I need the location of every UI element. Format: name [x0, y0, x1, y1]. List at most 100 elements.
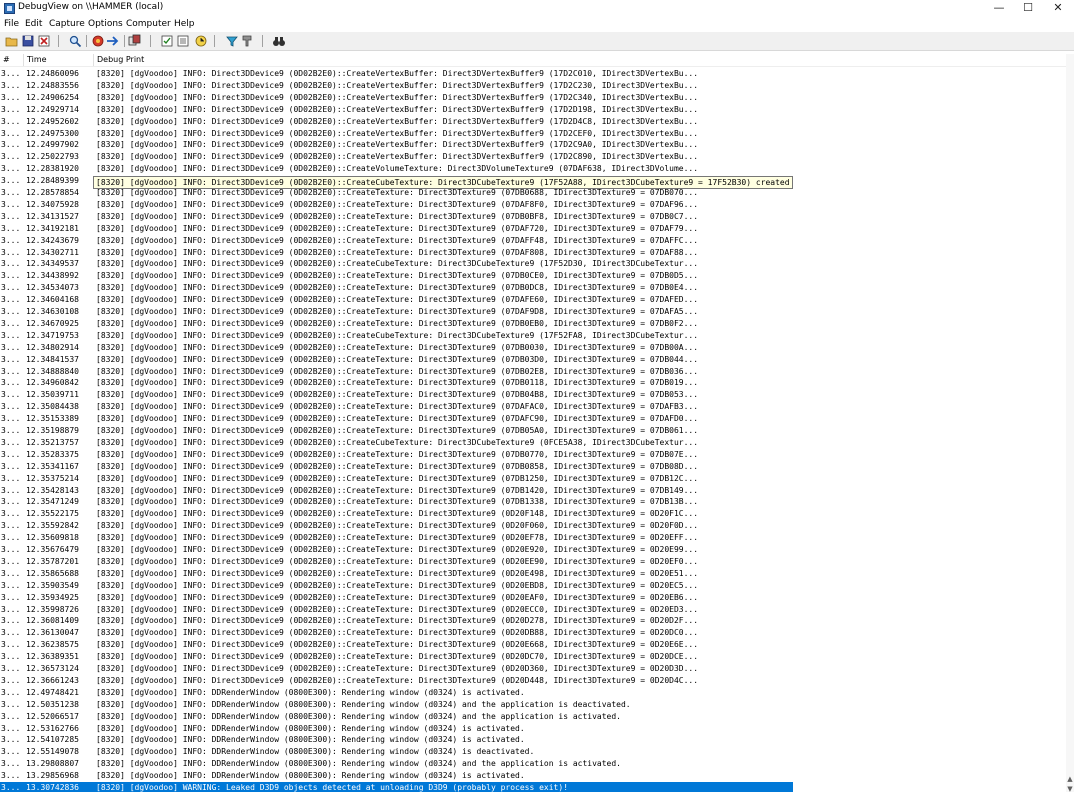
- column-time[interactable]: Time: [27, 55, 47, 64]
- log-row[interactable]: 3... 12.24883556 [8320] [dgVoodoo] INFO: D…: [0, 80, 1066, 92]
- log-row-number: 3...: [1, 652, 21, 662]
- log-row[interactable]: 3... 12.34630108 [8320] [dgVoodoo] INFO: D…: [0, 306, 1066, 318]
- log-row[interactable]: 3... 12.35998726 [8320] [dgVoodoo] INFO: D…: [0, 604, 1066, 616]
- bookmark-icon[interactable]: [240, 34, 254, 48]
- maximize-button[interactable]: ☐: [1013, 0, 1043, 16]
- log-row[interactable]: 3... 12.35787201 [8320] [dgVoodoo] INFO: D…: [0, 556, 1066, 568]
- log-row-message: [8320] [dgVoodoo] INFO: Direct3DDevice9 …: [96, 104, 699, 114]
- log-row[interactable]: 3... 12.24975300 [8320] [dgVoodoo] INFO: D…: [0, 128, 1066, 140]
- log-row-number: 3...: [1, 223, 21, 233]
- log-row[interactable]: 3... 12.35428143 [8320] [dgVoodoo] INFO: D…: [0, 485, 1066, 497]
- capture-win32-icon[interactable]: [128, 34, 142, 48]
- log-row[interactable]: 3... 12.34302711 [8320] [dgVoodoo] INFO: D…: [0, 247, 1066, 259]
- log-row[interactable]: 3... 12.35934925 [8320] [dgVoodoo] INFO: D…: [0, 592, 1066, 604]
- log-row[interactable]: 3... 12.36573124 [8320] [dgVoodoo] INFO: D…: [0, 663, 1066, 675]
- log-row[interactable]: 3... 12.36238575 [8320] [dgVoodoo] INFO: D…: [0, 639, 1066, 651]
- minimize-button[interactable]: —: [984, 0, 1014, 16]
- vertical-scrollbar[interactable]: [1066, 54, 1074, 792]
- log-row[interactable]: 3... 12.34192181 [8320] [dgVoodoo] INFO: D…: [0, 223, 1066, 235]
- filter-icon[interactable]: [160, 34, 174, 48]
- log-row[interactable]: 3... 12.52066517 [8320] [dgVoodoo] INFO: D…: [0, 711, 1066, 723]
- clear-display-icon[interactable]: [37, 34, 51, 48]
- log-row[interactable]: 3... 12.36081409 [8320] [dgVoodoo] INFO: D…: [0, 615, 1066, 627]
- log-row[interactable]: 3... 12.24952602 [8320] [dgVoodoo] INFO: D…: [0, 116, 1066, 128]
- log-row[interactable]: 3... 12.28381920 [8320] [dgVoodoo] INFO: D…: [0, 163, 1066, 175]
- log-row[interactable]: 3... 12.34243679 [8320] [dgVoodoo] INFO: D…: [0, 235, 1066, 247]
- column-divider[interactable]: [23, 54, 24, 66]
- log-row[interactable]: 3... 12.35039711 [8320] [dgVoodoo] INFO: D…: [0, 389, 1066, 401]
- scroll-down-arrow[interactable]: ▼: [1066, 784, 1074, 794]
- open-icon[interactable]: [5, 34, 19, 48]
- log-row-number: 3...: [1, 69, 21, 78]
- log-row[interactable]: 3... 12.35283375 [8320] [dgVoodoo] INFO: D…: [0, 449, 1066, 461]
- log-row[interactable]: 3... 12.24860096 [8320] [dgVoodoo] INFO: D…: [0, 68, 1066, 80]
- log-row-time: 12.25022793: [26, 152, 79, 162]
- log-row[interactable]: 3... 12.34960842 [8320] [dgVoodoo] INFO: D…: [0, 377, 1066, 389]
- log-row-time: 12.35341167: [26, 461, 79, 471]
- log-row[interactable]: 3... 12.34438992 [8320] [dgVoodoo] INFO: D…: [0, 270, 1066, 282]
- log-row[interactable]: 3... 12.35592842 [8320] [dgVoodoo] INFO: D…: [0, 520, 1066, 532]
- log-row[interactable]: 3... 12.34349537 [8320] [dgVoodoo] INFO: D…: [0, 258, 1066, 270]
- column-num[interactable]: #: [3, 55, 10, 64]
- log-row[interactable]: 3... 12.35609818 [8320] [dgVoodoo] INFO: D…: [0, 532, 1066, 544]
- log-row[interactable]: 3... 12.24997902 [8320] [dgVoodoo] INFO: D…: [0, 139, 1066, 151]
- log-row[interactable]: 3... 12.25022793 [8320] [dgVoodoo] INFO: D…: [0, 151, 1066, 163]
- log-row[interactable]: 3... 12.49748421 [8320] [dgVoodoo] INFO: D…: [0, 687, 1066, 699]
- log-row[interactable]: 3... 12.34719753 [8320] [dgVoodoo] INFO: D…: [0, 330, 1066, 342]
- log-row[interactable]: 3... 12.36389351 [8320] [dgVoodoo] INFO: D…: [0, 651, 1066, 663]
- history-depth-icon[interactable]: [176, 34, 190, 48]
- menu-edit[interactable]: Edit: [25, 19, 42, 29]
- menu-help[interactable]: Help: [174, 19, 195, 29]
- binoculars-icon[interactable]: [272, 34, 286, 48]
- find-icon[interactable]: [68, 34, 82, 48]
- column-debug-print[interactable]: Debug Print: [97, 55, 144, 64]
- log-row[interactable]: 3... 12.35471249 [8320] [dgVoodoo] INFO: D…: [0, 496, 1066, 508]
- scroll-up-arrow[interactable]: ▲: [1066, 774, 1074, 784]
- menu-capture[interactable]: Capture: [49, 19, 85, 29]
- log-row[interactable]: 3... 12.35213757 [8320] [dgVoodoo] INFO: D…: [0, 437, 1066, 449]
- log-row[interactable]: 3... 12.34888840 [8320] [dgVoodoo] INFO: D…: [0, 366, 1066, 378]
- save-icon[interactable]: [21, 34, 35, 48]
- log-row[interactable]: 3... 12.55149078 [8320] [dgVoodoo] INFO: D…: [0, 746, 1066, 758]
- log-row[interactable]: 3... 12.35676479 [8320] [dgVoodoo] INFO: D…: [0, 544, 1066, 556]
- log-row[interactable]: 3... 12.24929714 [8320] [dgVoodoo] INFO: D…: [0, 104, 1066, 116]
- log-row[interactable]: 3... 12.35903549 [8320] [dgVoodoo] INFO: D…: [0, 580, 1066, 592]
- log-row-time: 12.24883556: [26, 80, 79, 90]
- autoscroll-icon[interactable]: [106, 34, 120, 48]
- highlight-icon[interactable]: [225, 34, 239, 48]
- log-row[interactable]: 3... 13.29856968 [8320] [dgVoodoo] INFO: D…: [0, 770, 1066, 782]
- log-row-message: [8320] [dgVoodoo] INFO: Direct3DDevice9 …: [96, 497, 699, 507]
- log-row[interactable]: 3... 12.54107285 [8320] [dgVoodoo] INFO: D…: [0, 734, 1066, 746]
- column-divider[interactable]: [93, 54, 94, 66]
- menu-options[interactable]: Options: [88, 19, 123, 29]
- log-row[interactable]: 3... 12.35084438 [8320] [dgVoodoo] INFO: D…: [0, 401, 1066, 413]
- log-row[interactable]: 3... 12.35522175 [8320] [dgVoodoo] INFO: D…: [0, 508, 1066, 520]
- log-row[interactable]: 3... 12.35198879 [8320] [dgVoodoo] INFO: D…: [0, 425, 1066, 437]
- log-row[interactable]: 3... 12.35153389 [8320] [dgVoodoo] INFO: D…: [0, 413, 1066, 425]
- log-row[interactable]: 3... 12.36130047 [8320] [dgVoodoo] INFO: D…: [0, 627, 1066, 639]
- log-row[interactable]: 3... 12.53162766 [8320] [dgVoodoo] INFO: D…: [0, 723, 1066, 735]
- log-row[interactable]: 3... 12.34075928 [8320] [dgVoodoo] INFO: D…: [0, 199, 1066, 211]
- capture-icon[interactable]: [91, 34, 105, 48]
- menu-computer[interactable]: Computer: [126, 19, 171, 29]
- log-row-number: 3...: [1, 628, 21, 638]
- log-row[interactable]: 3... 12.36661243 [8320] [dgVoodoo] INFO: D…: [0, 675, 1066, 687]
- log-row[interactable]: 3... 12.24906254 [8320] [dgVoodoo] INFO: D…: [0, 92, 1066, 104]
- log-row[interactable]: 3... 12.35865688 [8320] [dgVoodoo] INFO: D…: [0, 568, 1066, 580]
- log-row[interactable]: 3... 13.30742836 [8320] [dgVoodoo] WARNING…: [0, 782, 1066, 792]
- log-row[interactable]: 3... 12.34534073 [8320] [dgVoodoo] INFO: D…: [0, 282, 1066, 294]
- log-row-time: 12.54107285: [26, 735, 79, 745]
- log-row-time: 12.36238575: [26, 640, 79, 650]
- log-row[interactable]: 3... 12.34604168 [8320] [dgVoodoo] INFO: D…: [0, 294, 1066, 306]
- log-row[interactable]: 3... 12.35375214 [8320] [dgVoodoo] INFO: D…: [0, 473, 1066, 485]
- menu-file[interactable]: File: [4, 19, 19, 29]
- log-row[interactable]: 3... 12.34131527 [8320] [dgVoodoo] INFO: D…: [0, 211, 1066, 223]
- log-row[interactable]: 3... 12.50351238 [8320] [dgVoodoo] INFO: D…: [0, 699, 1066, 711]
- log-row[interactable]: 3... 12.35341167 [8320] [dgVoodoo] INFO: D…: [0, 461, 1066, 473]
- timestamp-icon[interactable]: [194, 34, 208, 48]
- log-row[interactable]: 3... 12.34670925 [8320] [dgVoodoo] INFO: D…: [0, 318, 1066, 330]
- log-row[interactable]: 3... 12.34802914 [8320] [dgVoodoo] INFO: D…: [0, 342, 1066, 354]
- close-button[interactable]: ✕: [1043, 0, 1073, 16]
- log-row[interactable]: 3... 12.34841537 [8320] [dgVoodoo] INFO: D…: [0, 354, 1066, 366]
- log-row[interactable]: 3... 13.29808807 [8320] [dgVoodoo] INFO: D…: [0, 758, 1066, 770]
